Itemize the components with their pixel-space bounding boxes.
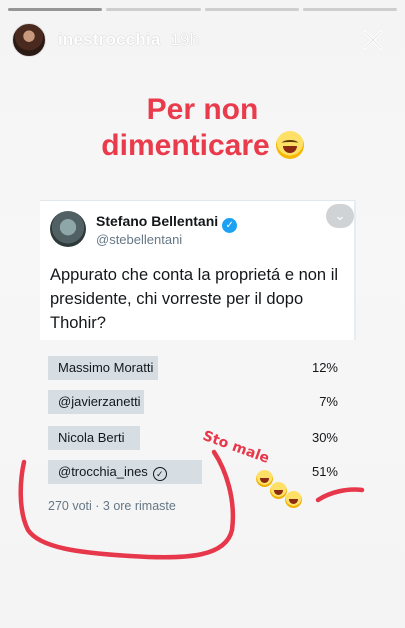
poll-option-selected: @trocchia_ines ✓ 51% (48, 460, 342, 484)
progress-segment (302, 8, 397, 11)
progress-segment (8, 8, 103, 11)
caption-line-text: dimenticare (101, 129, 270, 162)
tweet-card: Stefano Bellentani ✓ @stebellentani ⌄ App… (40, 200, 356, 340)
poll-meta: 270 voti · 3 ore rimaste (48, 499, 176, 513)
story-progress-bar (8, 8, 397, 11)
tweet-author-name: Stefano Bellentani ✓ (96, 213, 238, 233)
close-icon[interactable] (359, 26, 387, 54)
card-divider (354, 200, 356, 340)
poll-option-label-text: @trocchia_ines (58, 464, 148, 479)
story-screen[interactable]: inestrocchia 19h Per non dimenticare Ste… (0, 0, 405, 628)
poll-option: @javierzanetti 7% (48, 390, 342, 414)
time-ago: 19h (170, 30, 199, 49)
story-caption: Per non dimenticare (0, 92, 405, 164)
poll-option-label: Massimo Moratti (58, 360, 154, 375)
face-with-tears-of-joy-icon (285, 491, 302, 508)
poll-option: Nicola Berti 30% (48, 426, 342, 450)
tweet-author-handle: @stebellentani (96, 232, 183, 247)
poll-option-percent: 12% (311, 360, 338, 375)
poll-option-percent: 7% (319, 394, 338, 409)
poll-option: Massimo Moratti 12% (48, 356, 342, 380)
story-header: inestrocchia 19h (12, 22, 393, 58)
username[interactable]: inestrocchia (58, 30, 161, 50)
chevron-down-icon: ⌄ (326, 204, 354, 228)
check-circle-icon: ✓ (152, 467, 167, 481)
tweet-author-name-text: Stefano Bellentani (96, 213, 219, 229)
avatar[interactable] (12, 23, 46, 57)
poll-option-percent: 30% (311, 430, 338, 445)
verified-badge-icon: ✓ (222, 218, 238, 233)
progress-segment (106, 8, 201, 11)
face-with-tears-of-joy-icon (256, 470, 273, 487)
poll-option-percent: 51% (311, 464, 338, 479)
tweet-author-avatar (50, 211, 86, 247)
poll-option-label: Nicola Berti (58, 430, 125, 445)
tweet-text: Appurato che conta la proprietá e non il… (50, 266, 339, 332)
poll-option-label: @trocchia_ines ✓ (58, 464, 167, 481)
caption-line-2: dimenticare (0, 128, 405, 164)
progress-segment (204, 8, 299, 11)
poll-option-label: @javierzanetti (58, 394, 141, 409)
caption-line: Per non (146, 93, 259, 126)
face-with-tears-of-joy-icon (275, 131, 304, 159)
